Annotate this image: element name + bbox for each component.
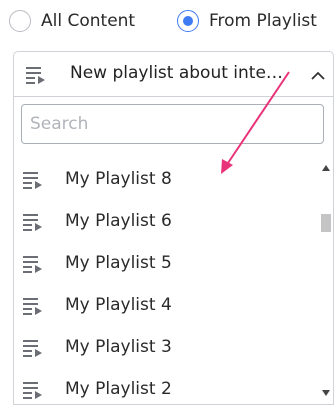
list-item[interactable]: My Playlist 3: [14, 327, 320, 369]
list-item-label: My Playlist 4: [65, 295, 172, 315]
radio-dot: [183, 16, 193, 26]
list-item[interactable]: My Playlist 4: [14, 285, 320, 327]
playlist-dropdown: My Playlist 8 My Playlist 6 My Playlist …: [13, 96, 334, 405]
list-item-label: My Playlist 5: [65, 253, 172, 273]
radio-from-playlist-label[interactable]: From Playlist: [209, 11, 317, 31]
scrollbar-thumb[interactable]: [321, 214, 331, 232]
dropdown-scrollbar[interactable]: [319, 152, 333, 404]
radio-all-content[interactable]: All Content: [9, 6, 135, 36]
list-item-label: My Playlist 6: [65, 211, 172, 231]
playlist-icon: [23, 339, 45, 361]
list-item[interactable]: My Playlist 6: [14, 201, 320, 243]
scroll-up-arrow-icon[interactable]: [322, 156, 330, 175]
source-radio-group: All Content From Playlist: [0, 6, 334, 36]
list-item-label: My Playlist 3: [65, 337, 172, 357]
list-item[interactable]: My Playlist 5: [14, 243, 320, 285]
list-item[interactable]: My Playlist 8: [14, 159, 320, 201]
radio-from-playlist[interactable]: From Playlist: [177, 6, 317, 36]
playlist-select[interactable]: New playlist about inte…: [13, 51, 334, 97]
scroll-down-arrow-icon[interactable]: [322, 381, 330, 400]
search-input[interactable]: [21, 104, 324, 144]
radio-all-content-label[interactable]: All Content: [41, 11, 135, 31]
playlist-icon: [23, 255, 45, 277]
list-item-label: My Playlist 2: [65, 379, 172, 399]
playlist-icon: [23, 213, 45, 235]
playlist-icon: [23, 171, 45, 193]
playlist-icon: [23, 297, 45, 319]
playlist-icon: [26, 66, 48, 88]
radio-circle-checked[interactable]: [177, 10, 199, 32]
playlist-icon: [23, 381, 45, 403]
radio-circle-unchecked[interactable]: [9, 10, 31, 32]
chevron-up-icon[interactable]: [311, 66, 325, 85]
playlist-select-value: New playlist about inte…: [70, 63, 283, 83]
list-item-label: My Playlist 8: [65, 169, 172, 189]
